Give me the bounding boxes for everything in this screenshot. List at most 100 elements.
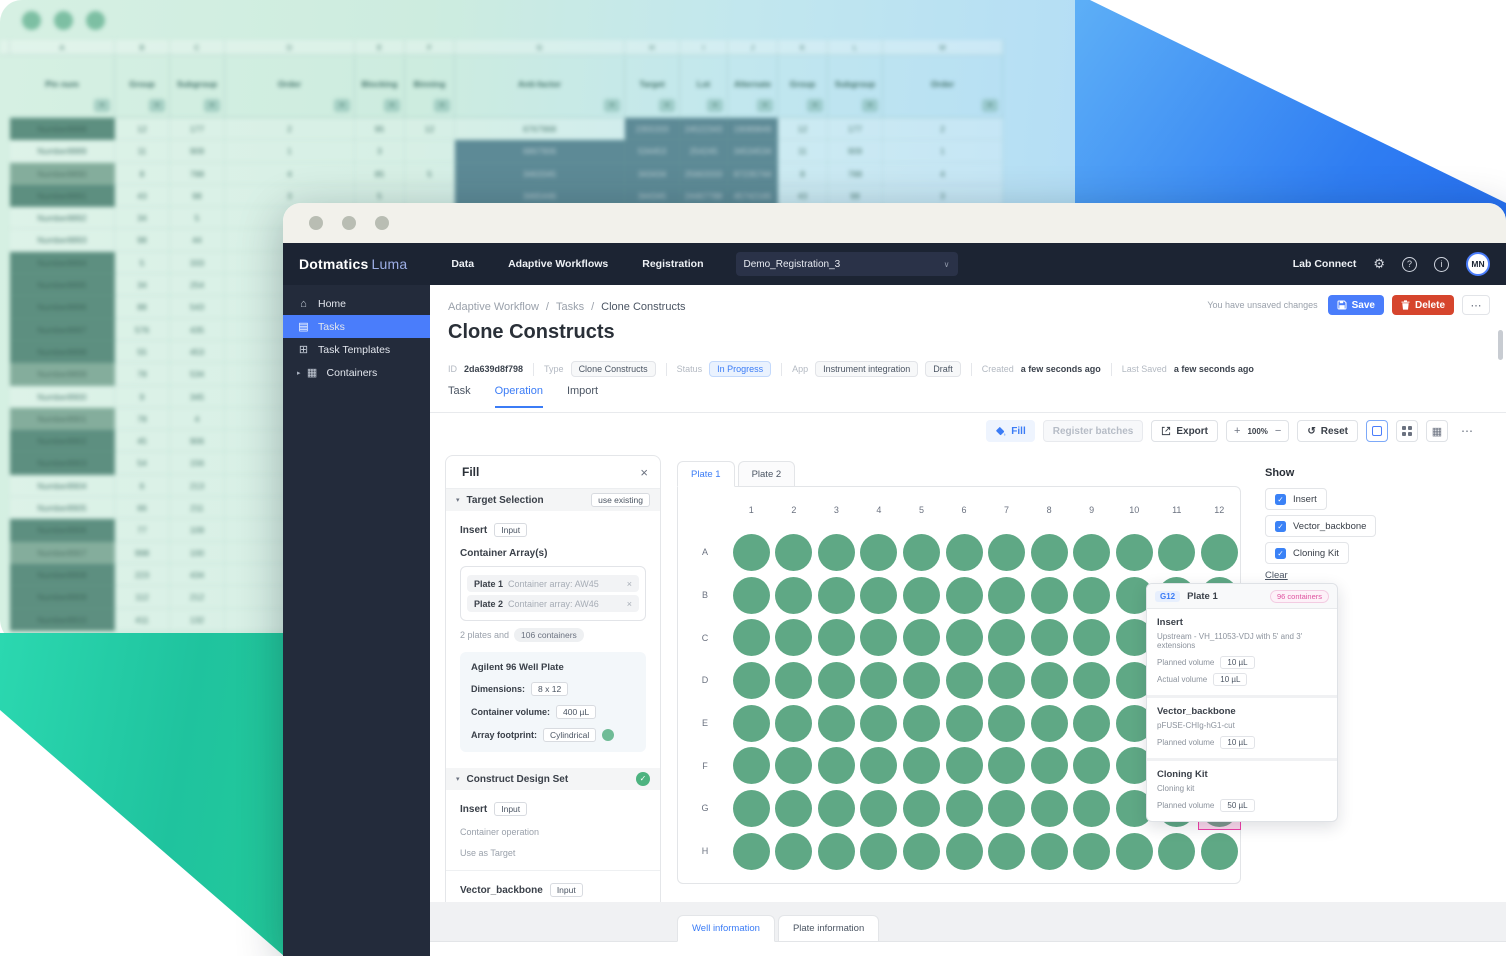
window-button-icon[interactable]	[309, 216, 323, 230]
plate-well[interactable]	[775, 833, 812, 870]
plate-well[interactable]	[860, 790, 897, 827]
plate-well[interactable]	[903, 619, 940, 656]
plate-well[interactable]	[1073, 833, 1110, 870]
sidebar-item-tasks[interactable]: ▤ Tasks	[283, 315, 430, 338]
target-selection-section[interactable]: ▾ Target Selection use existing	[446, 489, 660, 511]
plate-well[interactable]	[860, 577, 897, 614]
plate-well[interactable]	[1073, 577, 1110, 614]
plate-well[interactable]	[860, 662, 897, 699]
plate-well[interactable]	[1031, 705, 1068, 742]
plate-well[interactable]	[1201, 833, 1238, 870]
plate-well[interactable]	[1116, 833, 1153, 870]
plate-well[interactable]	[775, 662, 812, 699]
gear-icon[interactable]: ⚙	[1373, 256, 1385, 272]
plate-well[interactable]	[1073, 662, 1110, 699]
nav-link-adaptive-workflows[interactable]: Adaptive Workflows	[508, 258, 608, 270]
nav-link-registration[interactable]: Registration	[642, 258, 703, 270]
tab-plate-information[interactable]: Plate information	[778, 915, 879, 942]
grid-view-toggle[interactable]	[1396, 420, 1418, 442]
plate-well[interactable]	[903, 747, 940, 784]
avatar[interactable]: MN	[1466, 252, 1490, 276]
plate-well[interactable]	[860, 833, 897, 870]
window-button-icon[interactable]	[342, 216, 356, 230]
show-option-checkbox[interactable]: ✓Insert	[1265, 488, 1327, 510]
plate-well[interactable]	[988, 833, 1025, 870]
plate-well[interactable]	[818, 705, 855, 742]
plate-well[interactable]	[818, 534, 855, 571]
nav-link-data[interactable]: Data	[451, 258, 474, 270]
close-icon[interactable]: ×	[640, 465, 648, 480]
plate-well[interactable]	[818, 747, 855, 784]
plate-well[interactable]	[988, 705, 1025, 742]
zoom-out-button[interactable]: −	[1275, 425, 1281, 437]
scrollbar-thumb[interactable]	[1498, 330, 1503, 360]
plate-well[interactable]	[733, 619, 770, 656]
tab-import[interactable]: Import	[567, 385, 598, 408]
sidebar-item-containers[interactable]: ▸ ▦ Containers	[283, 361, 430, 384]
plate-well[interactable]	[946, 747, 983, 784]
fill-button[interactable]: Fill	[986, 420, 1034, 442]
plate-well[interactable]	[860, 619, 897, 656]
zoom-in-button[interactable]: +	[1234, 425, 1240, 437]
plate-well[interactable]	[733, 833, 770, 870]
plate-well[interactable]	[903, 790, 940, 827]
plate-well[interactable]	[775, 790, 812, 827]
plate-well[interactable]	[1073, 534, 1110, 571]
plate-well[interactable]	[1073, 790, 1110, 827]
plate-well[interactable]	[946, 619, 983, 656]
plate-well[interactable]	[818, 577, 855, 614]
plate-well[interactable]	[946, 790, 983, 827]
plate-well[interactable]	[818, 619, 855, 656]
plate-well[interactable]	[1158, 534, 1195, 571]
remove-icon[interactable]: ×	[627, 599, 632, 609]
plate-well[interactable]	[903, 534, 940, 571]
plate-well[interactable]	[1158, 833, 1195, 870]
export-button[interactable]: Export	[1151, 420, 1218, 442]
caret-right-icon[interactable]: ▸	[297, 369, 301, 377]
plate-well[interactable]	[988, 619, 1025, 656]
tab-well-information[interactable]: Well information	[677, 915, 775, 942]
help-icon[interactable]: ?	[1402, 257, 1417, 272]
tab-task[interactable]: Task	[448, 385, 471, 408]
single-view-toggle[interactable]	[1366, 420, 1388, 442]
tab-operation[interactable]: Operation	[495, 385, 543, 408]
plate-well[interactable]	[903, 833, 940, 870]
remove-icon[interactable]: ×	[627, 579, 632, 589]
plate-well[interactable]	[860, 705, 897, 742]
plate-well[interactable]	[1116, 534, 1153, 571]
project-select[interactable]: Demo_Registration_3 ∨	[736, 252, 958, 276]
save-button[interactable]: Save	[1328, 295, 1384, 315]
tab-plate-1[interactable]: Plate 1	[677, 461, 735, 487]
plate-well[interactable]	[733, 662, 770, 699]
plate-well[interactable]	[988, 747, 1025, 784]
plate-well[interactable]	[946, 662, 983, 699]
plate-well[interactable]	[946, 833, 983, 870]
reset-button[interactable]: ↺ Reset	[1297, 420, 1358, 442]
plate-well[interactable]	[1031, 534, 1068, 571]
plate-well[interactable]	[988, 534, 1025, 571]
table-view-toggle[interactable]: ▦	[1426, 420, 1448, 442]
plate-well[interactable]	[775, 534, 812, 571]
breadcrumb-item[interactable]: Tasks	[556, 301, 584, 313]
plate-well[interactable]	[1073, 619, 1110, 656]
plate-well[interactable]	[775, 705, 812, 742]
info-icon[interactable]: i	[1434, 257, 1449, 272]
plate-well[interactable]	[775, 747, 812, 784]
plate-well[interactable]	[903, 577, 940, 614]
plate-well[interactable]	[733, 705, 770, 742]
lab-connect-link[interactable]: Lab Connect	[1293, 258, 1357, 270]
window-button-icon[interactable]	[375, 216, 389, 230]
plate-well[interactable]	[733, 577, 770, 614]
plate-well[interactable]	[1031, 619, 1068, 656]
plate-well[interactable]	[903, 705, 940, 742]
clear-link[interactable]: Clear	[1265, 570, 1288, 581]
plate-well[interactable]	[733, 790, 770, 827]
plate-well[interactable]	[903, 662, 940, 699]
construct-design-set-section[interactable]: ▾ Construct Design Set ✓	[446, 768, 660, 790]
plate-well[interactable]	[946, 705, 983, 742]
plate-well[interactable]	[1073, 747, 1110, 784]
plate-well[interactable]	[860, 534, 897, 571]
tab-plate-2[interactable]: Plate 2	[738, 461, 796, 487]
use-existing-button[interactable]: use existing	[591, 493, 650, 507]
plate-well[interactable]	[818, 833, 855, 870]
